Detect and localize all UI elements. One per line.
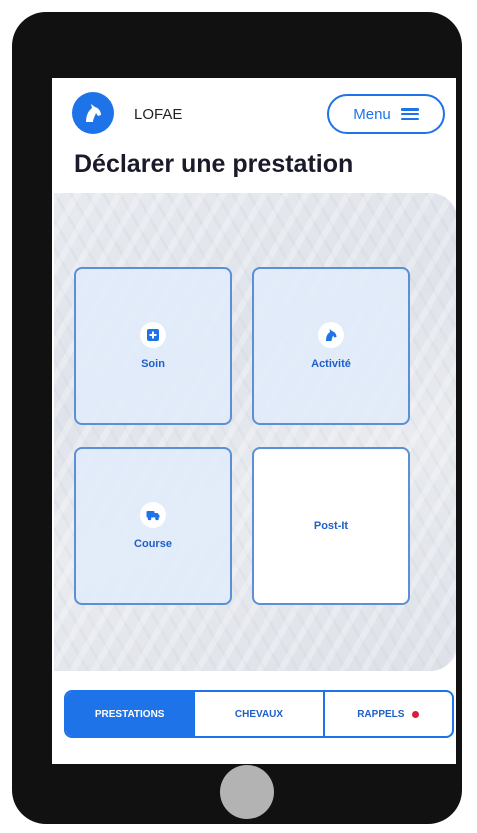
brand-name: LOFAE bbox=[134, 106, 183, 123]
menu-button[interactable]: Menu bbox=[327, 94, 445, 134]
medical-plus-icon bbox=[140, 322, 166, 348]
tab-label: CHEVAUX bbox=[234, 708, 284, 720]
tile-post-it[interactable]: Post-It bbox=[252, 447, 410, 605]
tile-label: Activité bbox=[311, 358, 351, 370]
tab-label: RAPPELS bbox=[357, 708, 405, 720]
notification-dot-icon bbox=[412, 710, 420, 718]
hamburger-icon bbox=[400, 108, 419, 120]
tab-chevaux[interactable]: CHEVAUX bbox=[193, 692, 322, 736]
truck-icon bbox=[140, 502, 166, 528]
tab-prestations[interactable]: PRESTATIONS bbox=[66, 692, 194, 736]
menu-button-label: Menu bbox=[353, 105, 391, 123]
horse-logo-icon[interactable] bbox=[72, 92, 114, 134]
tile-label: Soin bbox=[141, 358, 165, 370]
phone-frame: LOFAE Menu Déclarer une prestation Soin bbox=[12, 12, 462, 824]
tab-rappels[interactable]: RAPPELS bbox=[322, 692, 452, 736]
bottom-tab-bar: PRESTATIONS CHEVAUX RAPPELS bbox=[64, 690, 454, 738]
app-header: LOFAE Menu bbox=[52, 78, 456, 138]
horse-head-icon bbox=[318, 322, 344, 348]
tile-label: Course bbox=[134, 538, 172, 550]
tile-soin[interactable]: Soin bbox=[74, 267, 232, 425]
home-button[interactable] bbox=[220, 765, 274, 819]
tab-label: PRESTATIONS bbox=[94, 708, 165, 720]
phone-screen: LOFAE Menu Déclarer une prestation Soin bbox=[52, 78, 456, 764]
tile-label: Post-It bbox=[313, 520, 349, 532]
page-title: Déclarer une prestation bbox=[74, 150, 354, 178]
service-tiles-panel: Soin Activité Course Post-It bbox=[54, 193, 456, 671]
tile-activite[interactable]: Activité bbox=[252, 267, 410, 425]
tile-course[interactable]: Course bbox=[74, 447, 232, 605]
